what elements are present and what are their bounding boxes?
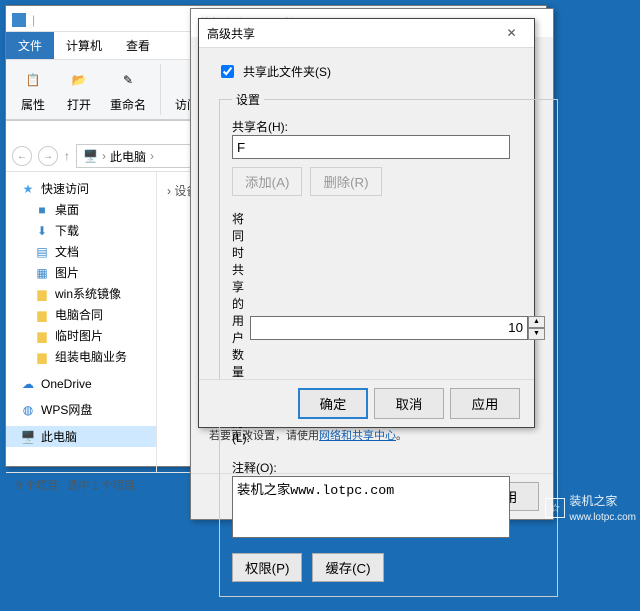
tree-onedrive[interactable]: ☁OneDrive: [6, 375, 156, 393]
rib-properties[interactable]: 📋属性: [10, 64, 56, 115]
rename-icon: ✎: [113, 66, 143, 94]
cache-button[interactable]: 缓存(C): [312, 553, 383, 582]
breadcrumb-this-pc: 此电脑: [110, 148, 146, 165]
adv-title: 高级共享: [207, 25, 489, 42]
watermark-site: 装机之家: [569, 492, 636, 509]
limit-input[interactable]: [250, 316, 528, 340]
tree-documents[interactable]: ▤文档: [6, 241, 156, 262]
pc-icon: 🖥️: [83, 149, 98, 163]
download-icon: ⬇: [34, 224, 50, 238]
tab-view[interactable]: 查看: [114, 32, 162, 59]
folder-icon: ▆: [34, 287, 50, 301]
star-icon: ★: [20, 182, 36, 196]
status-selection: 选中 1 个项目: [67, 480, 134, 492]
tree-build[interactable]: ▆组装电脑业务: [6, 346, 156, 367]
adv-ok-button[interactable]: 确定: [298, 388, 368, 419]
notes-label: 注释(O):: [232, 459, 545, 476]
notes-textarea[interactable]: 装机之家www.lotpc.com: [232, 476, 510, 538]
nav-fwd[interactable]: →: [38, 146, 58, 166]
pc-icon: 🖥️: [20, 430, 36, 444]
status-items: 9 个项目: [16, 480, 58, 492]
doc-icon: ▤: [34, 245, 50, 259]
adv-cancel-button[interactable]: 取消: [374, 388, 444, 419]
nav-tree: ★快速访问 ■桌面 ⬇下载 ▤文档 ▦图片 ▆win系统镜像 ▆电脑合同 ▆临时…: [6, 172, 157, 472]
advanced-sharing-dialog: 高级共享 ✕ 共享此文件夹(S) 设置 共享名(H): 添加(A) 删除(R) …: [198, 18, 535, 428]
adv-apply-button[interactable]: 应用: [450, 388, 520, 419]
share-name-input[interactable]: [232, 135, 510, 159]
nav-back[interactable]: ←: [12, 146, 32, 166]
share-name-label: 共享名(H):: [232, 118, 545, 135]
tree-this-pc[interactable]: 🖥️此电脑: [6, 426, 156, 447]
share-folder-checkbox[interactable]: 共享此文件夹(S): [217, 62, 516, 81]
tab-computer[interactable]: 计算机: [54, 32, 114, 59]
remove-button[interactable]: 删除(R): [310, 167, 381, 196]
spin-down[interactable]: ▼: [528, 328, 545, 340]
folder-icon: ▆: [34, 308, 50, 322]
watermark: ☆ 装机之家 www.lotpc.com: [545, 492, 636, 523]
watermark-star-icon: ☆: [545, 498, 565, 518]
adv-close-button[interactable]: ✕: [489, 19, 534, 47]
limit-spinner[interactable]: ▲ ▼: [250, 316, 545, 340]
nav-up[interactable]: ↑: [64, 149, 70, 163]
watermark-url: www.lotpc.com: [569, 512, 636, 523]
share-folder-checkbox-input[interactable]: [221, 65, 234, 78]
tree-winimg[interactable]: ▆win系统镜像: [6, 283, 156, 304]
tree-pictures[interactable]: ▦图片: [6, 262, 156, 283]
tree-quick-access[interactable]: ★快速访问: [6, 178, 156, 199]
settings-legend: 设置: [232, 91, 264, 108]
tree-wps[interactable]: ◍WPS网盘: [6, 399, 156, 420]
folder-icon: ▆: [34, 329, 50, 343]
desktop-icon: ■: [34, 203, 50, 217]
rib-open[interactable]: 📂打开: [56, 64, 102, 115]
open-icon: 📂: [64, 66, 94, 94]
rib-rename[interactable]: ✎重命名: [102, 64, 154, 115]
tree-contract[interactable]: ▆电脑合同: [6, 304, 156, 325]
pic-icon: ▦: [34, 266, 50, 280]
tree-downloads[interactable]: ⬇下载: [6, 220, 156, 241]
spin-up[interactable]: ▲: [528, 316, 545, 328]
properties-icon: 📋: [18, 66, 48, 94]
tree-desktop[interactable]: ■桌面: [6, 199, 156, 220]
tree-tmp[interactable]: ▆临时图片: [6, 325, 156, 346]
folder-icon: ▆: [34, 350, 50, 364]
add-button[interactable]: 添加(A): [232, 167, 302, 196]
permissions-button[interactable]: 权限(P): [232, 553, 302, 582]
tab-file[interactable]: 文件: [6, 32, 54, 59]
settings-group: 设置 共享名(H): 添加(A) 删除(R) 将同时共享的用户数量限制为(L):…: [219, 91, 558, 597]
qat-divider: |: [32, 13, 35, 27]
onedrive-icon: ☁: [20, 377, 36, 391]
adv-dialog-buttons: 确定 取消 应用: [199, 379, 534, 427]
wps-icon: ◍: [20, 403, 36, 417]
adv-titlebar: 高级共享 ✕: [199, 19, 534, 48]
explorer-icon: [12, 13, 26, 27]
